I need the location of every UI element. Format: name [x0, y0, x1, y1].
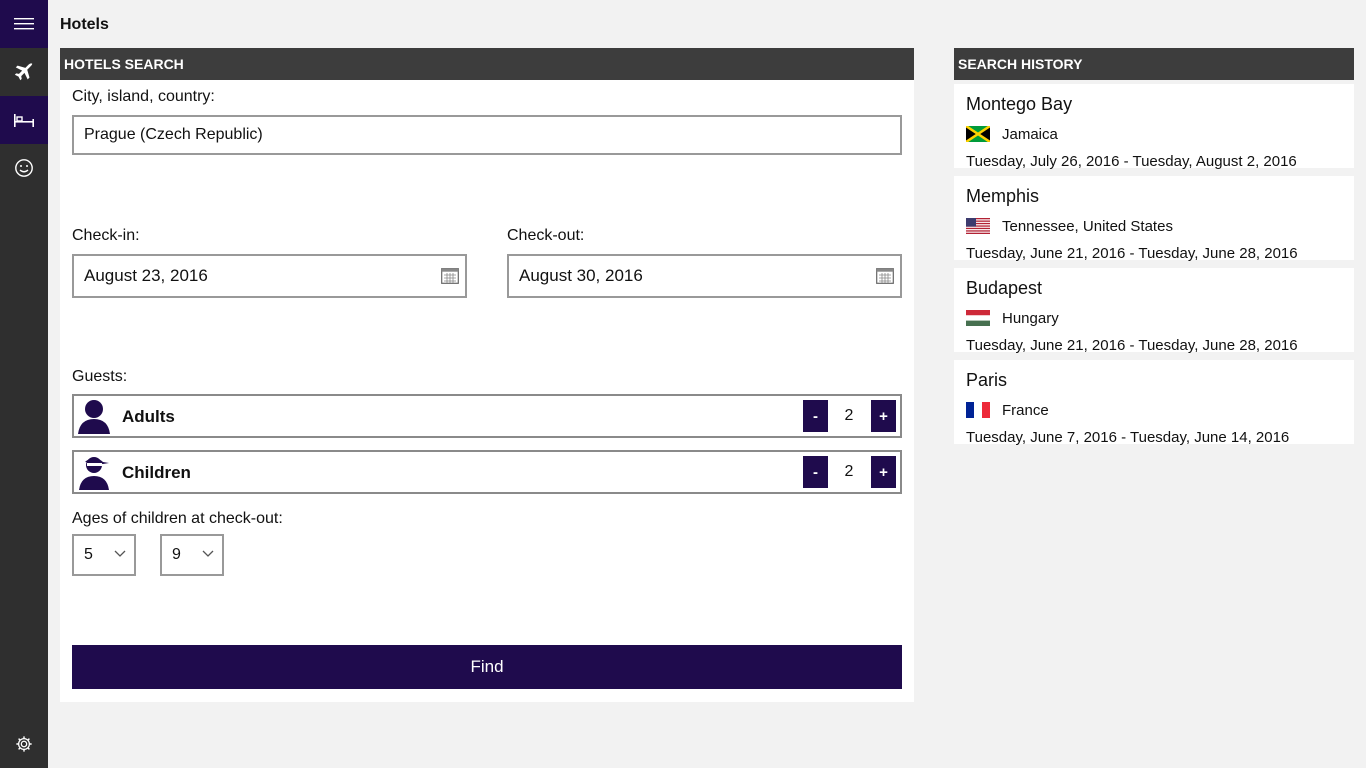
hotels-search-header: HOTELS SEARCH	[60, 48, 914, 80]
child-age-select-1[interactable]: 5	[72, 534, 136, 576]
checkin-date-picker[interactable]: August 23, 2016	[72, 254, 467, 298]
history-city: Paris	[966, 370, 1008, 390]
history-dates: Tuesday, June 21, 2016 - Tuesday, June 2…	[966, 337, 1298, 354]
child-ages-label: Ages of children at check-out:	[72, 510, 283, 527]
history-dates: Tuesday, June 7, 2016 - Tuesday, June 14…	[966, 429, 1290, 446]
calendar-icon	[876, 268, 894, 284]
children-increment-button[interactable]: +	[871, 456, 896, 488]
history-city: Memphis	[966, 186, 1040, 206]
checkout-label: Check-out:	[507, 227, 585, 244]
children-row-wrap: Children - 2 +	[60, 450, 914, 494]
destination-value: Prague (Czech Republic)	[84, 126, 263, 143]
hungary-flag-icon	[966, 310, 990, 326]
destination-label: City, island, country:	[72, 88, 215, 105]
checkout-date-picker[interactable]: August 30, 2016	[507, 254, 902, 298]
history-city: Budapest	[966, 278, 1043, 298]
nav-feedback-button[interactable]	[0, 144, 48, 192]
hamburger-icon	[14, 18, 34, 30]
adults-decrement-button[interactable]: -	[803, 400, 828, 432]
adult-person-icon	[78, 400, 110, 434]
adults-increment-button[interactable]: +	[871, 400, 896, 432]
child-person-icon	[79, 457, 109, 490]
jamaica-flag-icon	[966, 126, 990, 142]
nav-rail	[0, 0, 48, 768]
guests-label: Guests:	[72, 368, 128, 385]
children-row: Children - 2 +	[72, 450, 902, 494]
hotels-search-panel	[60, 80, 914, 702]
history-item[interactable]: Budapest Hungary Tuesday, June 21, 2016 …	[954, 268, 1354, 354]
gear-icon	[16, 736, 32, 752]
history-region: Hungary	[1002, 310, 1059, 327]
airplane-icon	[14, 63, 33, 81]
child-age-value-1: 5	[84, 546, 93, 563]
checkin-value: August 23, 2016	[84, 266, 208, 285]
history-region: Tennessee, United States	[1002, 218, 1173, 235]
adults-label: Adults	[122, 407, 175, 426]
smiley-icon	[15, 159, 33, 177]
nav-flights-button[interactable]	[0, 48, 48, 96]
history-dates: Tuesday, July 26, 2016 - Tuesday, August…	[966, 153, 1297, 170]
children-decrement-button[interactable]: -	[803, 456, 828, 488]
find-button[interactable]: Find	[72, 645, 902, 689]
history-item[interactable]: Paris France Tuesday, June 7, 2016 - Tue…	[954, 360, 1354, 446]
france-flag-icon	[966, 402, 990, 418]
children-label: Children	[122, 463, 191, 482]
checkout-value: August 30, 2016	[519, 266, 643, 285]
usa-flag-icon	[966, 218, 990, 234]
child-age-select-2[interactable]: 9	[160, 534, 224, 576]
adults-row-wrap: Adults - 2 +	[60, 394, 914, 438]
settings-button[interactable]	[0, 720, 48, 768]
history-region: France	[1002, 402, 1049, 419]
nav-hotels-button[interactable]	[0, 96, 48, 144]
search-history-header: SEARCH HISTORY	[954, 48, 1354, 80]
history-city: Montego Bay	[966, 94, 1073, 114]
chevron-down-icon	[114, 550, 126, 557]
history-item[interactable]: Memphis Tennessee, United States Tuesday…	[954, 176, 1354, 262]
checkin-label: Check-in:	[72, 227, 140, 244]
bed-icon	[14, 114, 34, 127]
history-region: Jamaica	[1002, 126, 1058, 143]
children-count: 2	[844, 463, 854, 480]
chevron-down-icon	[202, 550, 214, 557]
child-age-value-2: 9	[172, 546, 181, 563]
app-title: Hotels	[60, 16, 109, 33]
menu-button[interactable]	[0, 0, 48, 48]
history-dates: Tuesday, June 21, 2016 - Tuesday, June 2…	[966, 245, 1298, 262]
history-item[interactable]: Montego Bay Jamaica Tuesday, July 26, 20…	[954, 84, 1354, 170]
calendar-icon	[441, 268, 459, 284]
adults-count: 2	[844, 407, 854, 424]
adults-row: Adults - 2 +	[72, 394, 902, 438]
destination-input[interactable]: Prague (Czech Republic)	[72, 115, 902, 155]
